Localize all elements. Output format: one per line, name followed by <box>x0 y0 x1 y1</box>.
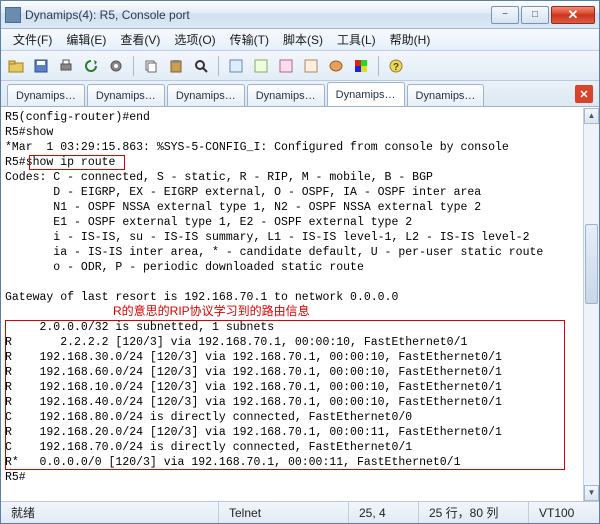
separator-icon <box>133 56 134 76</box>
status-term: VT100 <box>529 502 599 523</box>
menu-transfer[interactable]: 传输(T) <box>224 29 275 50</box>
title-bar[interactable]: Dynamips(4): R5, Console port − □ ✕ <box>1 1 599 29</box>
prop4-icon[interactable] <box>300 55 322 77</box>
status-size: 25 行，80 列 <box>419 502 529 523</box>
status-protocol: Telnet <box>219 502 349 523</box>
prop2-icon[interactable] <box>250 55 272 77</box>
save-icon[interactable] <box>30 55 52 77</box>
colors-icon[interactable] <box>350 55 372 77</box>
app-icon <box>5 7 21 23</box>
menu-help[interactable]: 帮助(H) <box>384 29 437 50</box>
palette-icon[interactable] <box>325 55 347 77</box>
scroll-up-icon[interactable]: ▲ <box>584 108 599 124</box>
search-icon[interactable] <box>190 55 212 77</box>
prop3-icon[interactable] <box>275 55 297 77</box>
menu-bar: 文件(F) 编辑(E) 查看(V) 选项(O) 传输(T) 脚本(S) 工具(L… <box>1 29 599 51</box>
tab-session[interactable]: Dynamips… <box>167 84 245 106</box>
folder-icon[interactable] <box>5 55 27 77</box>
status-ready: 就绪 <box>1 502 219 523</box>
window-buttons: − □ ✕ <box>491 6 595 24</box>
terminal-pane: R5(config-router)#end R5#show *Mar 1 03:… <box>1 107 599 501</box>
menu-script[interactable]: 脚本(S) <box>277 29 329 50</box>
window-title: Dynamips(4): R5, Console port <box>25 8 491 22</box>
prop1-icon[interactable] <box>225 55 247 77</box>
annotation-text: R的意思的RIP协议学习到的路由信息 <box>113 302 310 319</box>
menu-view[interactable]: 查看(V) <box>114 29 166 50</box>
paste-icon[interactable] <box>165 55 187 77</box>
help-icon[interactable]: ? <box>385 55 407 77</box>
scroll-down-icon[interactable]: ▼ <box>584 485 599 501</box>
menu-edit[interactable]: 编辑(E) <box>60 29 112 50</box>
minimize-button[interactable]: − <box>491 6 519 24</box>
status-bar: 就绪 Telnet 25, 4 25 行，80 列 VT100 <box>1 501 599 523</box>
scroll-thumb[interactable] <box>585 224 598 304</box>
tab-session[interactable]: Dynamips… <box>407 84 485 106</box>
copy-icon[interactable] <box>140 55 162 77</box>
vertical-scrollbar[interactable]: ▲ ▼ <box>583 108 599 501</box>
app-window: Dynamips(4): R5, Console port − □ ✕ 文件(F… <box>0 0 600 524</box>
menu-file[interactable]: 文件(F) <box>7 29 58 50</box>
tool-bar: ? <box>1 51 599 81</box>
maximize-button[interactable]: □ <box>521 6 549 24</box>
close-button[interactable]: ✕ <box>551 6 595 24</box>
tab-bar: Dynamips…Dynamips…Dynamips…Dynamips…Dyna… <box>1 81 599 107</box>
menu-tools[interactable]: 工具(L) <box>331 29 382 50</box>
svg-text:?: ? <box>393 62 399 73</box>
close-all-tabs-icon[interactable]: ✕ <box>575 85 593 103</box>
settings-icon[interactable] <box>105 55 127 77</box>
separator-icon <box>218 56 219 76</box>
tab-session[interactable]: Dynamips… <box>327 82 405 106</box>
tab-session[interactable]: Dynamips… <box>87 84 165 106</box>
tab-session[interactable]: Dynamips… <box>247 84 325 106</box>
scroll-track[interactable] <box>584 124 599 485</box>
status-cursor: 25, 4 <box>349 502 419 523</box>
tab-session[interactable]: Dynamips… <box>7 84 85 106</box>
separator-icon <box>378 56 379 76</box>
refresh-icon[interactable] <box>80 55 102 77</box>
printer-icon[interactable] <box>55 55 77 77</box>
menu-options[interactable]: 选项(O) <box>168 29 221 50</box>
